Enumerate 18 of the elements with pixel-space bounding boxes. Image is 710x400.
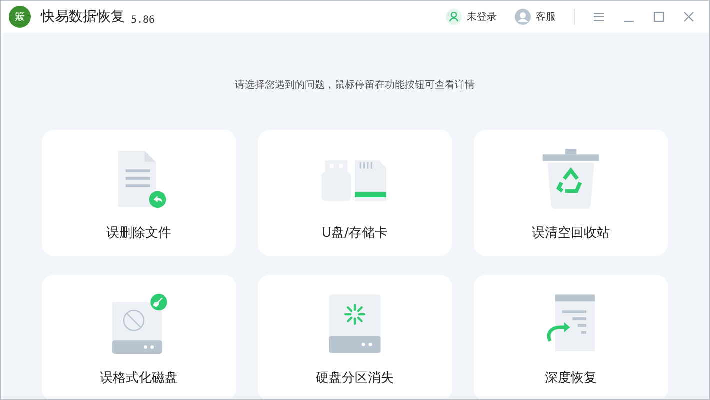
recovery-option-card[interactable]: 误清空回收站 (474, 130, 668, 256)
recovery-option-card[interactable]: 深度恢复 (474, 275, 668, 399)
header-button[interactable]: 未登录 (440, 9, 503, 25)
recovery-option-card[interactable]: 误格式化磁盘 (42, 275, 236, 399)
maximize-icon[interactable] (653, 11, 665, 23)
app-version: 5.86 (131, 14, 156, 26)
avatar-icon (515, 9, 531, 25)
menu-icon[interactable] (593, 11, 605, 23)
close-icon[interactable] (683, 11, 695, 23)
header-button[interactable]: 客服 (509, 9, 562, 25)
app-title: 快易数据恢复 (41, 8, 125, 26)
recovery-option-card[interactable]: 硬盘分区消失 (258, 275, 452, 399)
recovery-option-card[interactable]: U盘/存储卡 (258, 130, 452, 256)
app-logo: 簸 (9, 6, 31, 28)
recycle-bin-icon (541, 148, 601, 210)
recovery-option-card[interactable]: 误删除文件 (42, 130, 236, 256)
user-icon (446, 9, 462, 25)
instruction-text: 请选择您遇到的问题，鼠标停留在功能按钮可查看详情 (235, 78, 475, 92)
